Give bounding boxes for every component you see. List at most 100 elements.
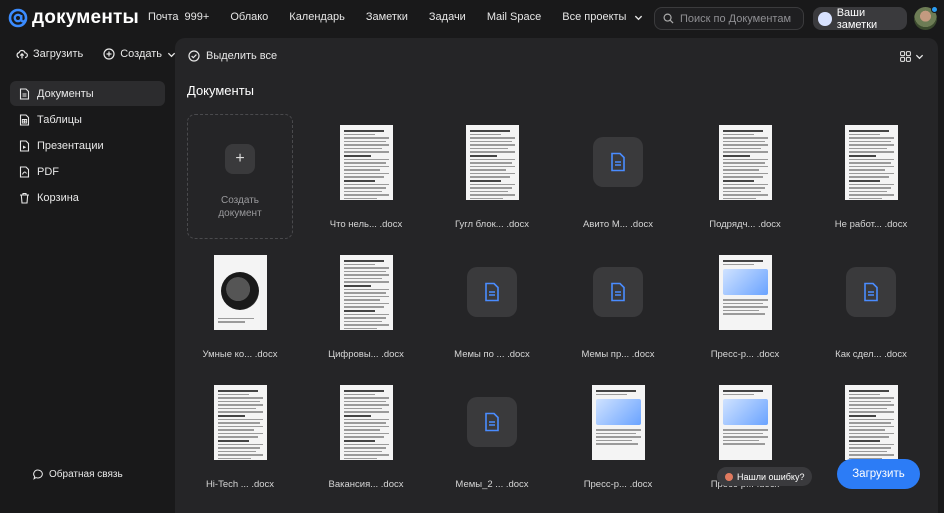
page-title: Документы — [187, 83, 255, 98]
file-tile[interactable]: Мемы по ... .docx — [439, 254, 545, 360]
file-tile[interactable]: Как сдел... .docx — [818, 254, 924, 360]
upload-fab-button[interactable]: Загрузить — [837, 459, 920, 489]
file-tile[interactable]: Мемы пр... .docx — [565, 254, 671, 360]
file-tile[interactable]: Гугл блок... .docx — [439, 124, 545, 230]
sidebar-item-label: Презентации — [37, 139, 104, 152]
file-tile[interactable]: Авито М... .docx — [565, 124, 671, 230]
file-thumbnail — [692, 124, 798, 200]
search-input[interactable] — [680, 12, 802, 25]
file-thumbnail — [565, 384, 671, 460]
page-preview — [339, 124, 393, 200]
page-preview — [339, 254, 393, 330]
file-name: Hi-Tech ... .docx — [205, 479, 275, 490]
your-notes-button[interactable]: Ваши заметки — [813, 6, 907, 31]
search-box[interactable] — [654, 7, 804, 30]
upload-label: Загрузить — [33, 48, 84, 60]
bug-icon — [725, 472, 733, 481]
sidebar-item-documents[interactable]: Документы — [10, 81, 165, 106]
create-document-tile[interactable]: + Создать документ — [187, 114, 293, 239]
mail-count-badge: 999+ — [184, 11, 210, 23]
file-tile[interactable]: Не работ... .docx — [818, 124, 924, 230]
sidebar: Загрузить Создать Документы Таблицы През… — [0, 38, 176, 513]
select-all-button[interactable]: Выделить все — [188, 50, 277, 62]
file-name: Вакансия... .docx — [328, 479, 404, 490]
file-tile[interactable]: Мемы_2 ... .docx — [439, 384, 545, 490]
file-thumbnail — [439, 124, 545, 200]
chat-bubble-icon — [33, 469, 43, 480]
logo-text: документы — [32, 7, 139, 28]
feedback-link[interactable]: Обратная связь — [33, 469, 123, 480]
file-tile[interactable]: Что нель... .docx — [313, 124, 419, 230]
file-tile[interactable]: Hi-Tech ... .docx — [187, 384, 293, 490]
table-icon — [19, 113, 30, 126]
top-nav: Почта 999+ Облако Календарь Заметки Задач… — [148, 11, 643, 23]
view-toggle[interactable] — [900, 51, 924, 62]
file-thumbnail — [313, 254, 419, 330]
check-circle-icon — [188, 50, 200, 62]
file-name: Пресс-р... .docx — [710, 349, 780, 360]
file-tile[interactable]: Подрядч... .docx — [692, 124, 798, 230]
grid-view-icon — [900, 51, 911, 62]
page-preview — [844, 124, 898, 200]
search-icon — [663, 13, 674, 24]
plus-circle-icon — [103, 48, 115, 60]
page-preview — [465, 124, 519, 200]
your-notes-label: Ваши заметки — [836, 6, 878, 31]
document-placeholder-icon — [467, 397, 517, 447]
top-bar: документы Почта 999+ Облако Календарь Зам… — [0, 0, 944, 38]
main-panel: Выделить все Документы + Создать докумен… — [175, 38, 938, 513]
file-name: Как сдел... .docx — [835, 349, 907, 360]
page-preview — [591, 384, 645, 460]
nav-calendar[interactable]: Календарь — [289, 11, 345, 23]
create-document-label: Создать документ — [218, 195, 262, 219]
file-tile[interactable]: Умные ко... .docx — [187, 254, 293, 360]
file-tile[interactable]: Пресс-р... .docx — [692, 254, 798, 360]
found-bug-label: Нашли ошибку? — [737, 471, 805, 482]
found-bug-button[interactable]: Нашли ошибку? — [717, 467, 813, 486]
sidebar-item-pdf[interactable]: PDF — [10, 159, 165, 184]
page-preview — [718, 254, 772, 330]
file-thumbnail — [818, 254, 924, 330]
trash-icon — [20, 192, 29, 204]
file-thumbnail — [313, 384, 419, 460]
file-thumbnail — [818, 124, 924, 200]
sidebar-item-presentations[interactable]: Презентации — [10, 133, 165, 158]
create-button[interactable]: Создать — [103, 48, 176, 60]
file-thumbnail — [439, 254, 545, 330]
notification-dot — [931, 6, 938, 13]
file-tile[interactable]: Цифровы... .docx — [313, 254, 419, 360]
file-thumbnail — [565, 124, 671, 200]
nav-cloud[interactable]: Облако — [230, 11, 268, 23]
nav-all-projects[interactable]: Все проекты — [562, 11, 643, 23]
nav-tasks[interactable]: Задачи — [429, 11, 466, 23]
avatar[interactable] — [914, 6, 938, 30]
nav-mail-space[interactable]: Mail Space — [487, 11, 541, 23]
sidebar-actions: Загрузить Создать — [16, 48, 176, 60]
sidebar-item-trash[interactable]: Корзина — [10, 185, 165, 210]
sidebar-item-label: Документы — [37, 87, 94, 100]
sidebar-item-tables[interactable]: Таблицы — [10, 107, 165, 132]
upload-button[interactable]: Загрузить — [16, 48, 83, 60]
at-logo-icon — [8, 8, 28, 28]
page-preview — [213, 384, 267, 460]
file-thumbnail — [818, 384, 924, 460]
file-name: Мемы_2 ... .docx — [455, 479, 529, 490]
chevron-down-icon — [635, 15, 643, 20]
page-preview — [844, 384, 898, 460]
file-tile[interactable]: Пресс-р... .docx — [565, 384, 671, 490]
file-name: Мемы пр... .docx — [581, 349, 655, 360]
feedback-label: Обратная связь — [49, 469, 123, 480]
file-tile[interactable]: Вакансия... .docx — [313, 384, 419, 490]
sidebar-item-label: PDF — [37, 165, 59, 178]
nav-notes[interactable]: Заметки — [366, 11, 408, 23]
file-name: Авито М... .docx — [582, 219, 654, 230]
document-placeholder-icon — [593, 267, 643, 317]
file-name: Не работ... .docx — [834, 219, 908, 230]
logo[interactable]: документы — [8, 7, 139, 29]
file-thumbnail — [692, 254, 798, 330]
nav-mail[interactable]: Почта 999+ — [148, 11, 209, 23]
file-name: Пресс-р... .docx — [583, 479, 653, 490]
file-name: Умные ко... .docx — [202, 349, 278, 360]
pdf-icon — [19, 165, 30, 178]
sidebar-item-label: Таблицы — [37, 113, 82, 126]
